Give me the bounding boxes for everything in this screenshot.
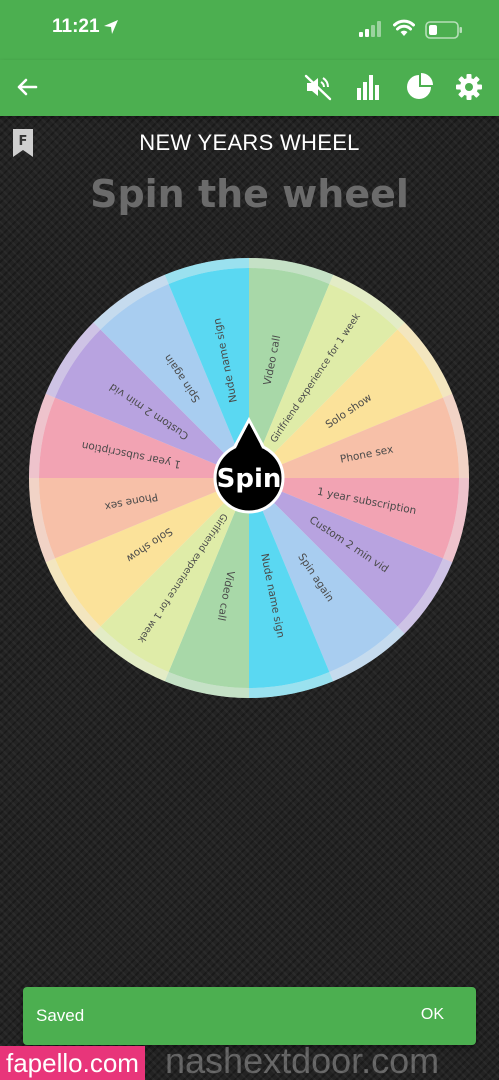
watermark-right: nashextdoor.com — [165, 1040, 440, 1080]
wheel-title: NEW YEARS WHEEL — [139, 130, 360, 155]
watermark-left: fapello.com — [0, 1046, 145, 1080]
signal-icon — [359, 21, 381, 37]
snackbar-ok-button[interactable]: OK — [421, 1006, 444, 1024]
status-time: 11:21 — [52, 16, 100, 37]
location-arrow-icon — [104, 20, 118, 34]
snackbar: Saved OK — [23, 987, 476, 1045]
app-bar — [0, 60, 499, 116]
spin-wheel[interactable]: Video callGirlfriend experience for 1 we… — [25, 254, 473, 702]
stats-icon[interactable] — [354, 72, 384, 102]
spin-button-label[interactable]: Spin — [217, 464, 282, 494]
back-arrow-icon[interactable] — [12, 72, 42, 102]
mute-icon[interactable] — [303, 72, 333, 102]
wifi-icon — [393, 19, 415, 36]
pie-chart-icon[interactable] — [404, 72, 434, 102]
battery-icon — [425, 21, 462, 39]
wheel-subtitle: Spin the wheel — [90, 172, 409, 216]
snackbar-message: Saved — [36, 1006, 85, 1025]
status-bar: 11:21 — [0, 0, 499, 60]
gear-icon[interactable] — [454, 72, 484, 102]
